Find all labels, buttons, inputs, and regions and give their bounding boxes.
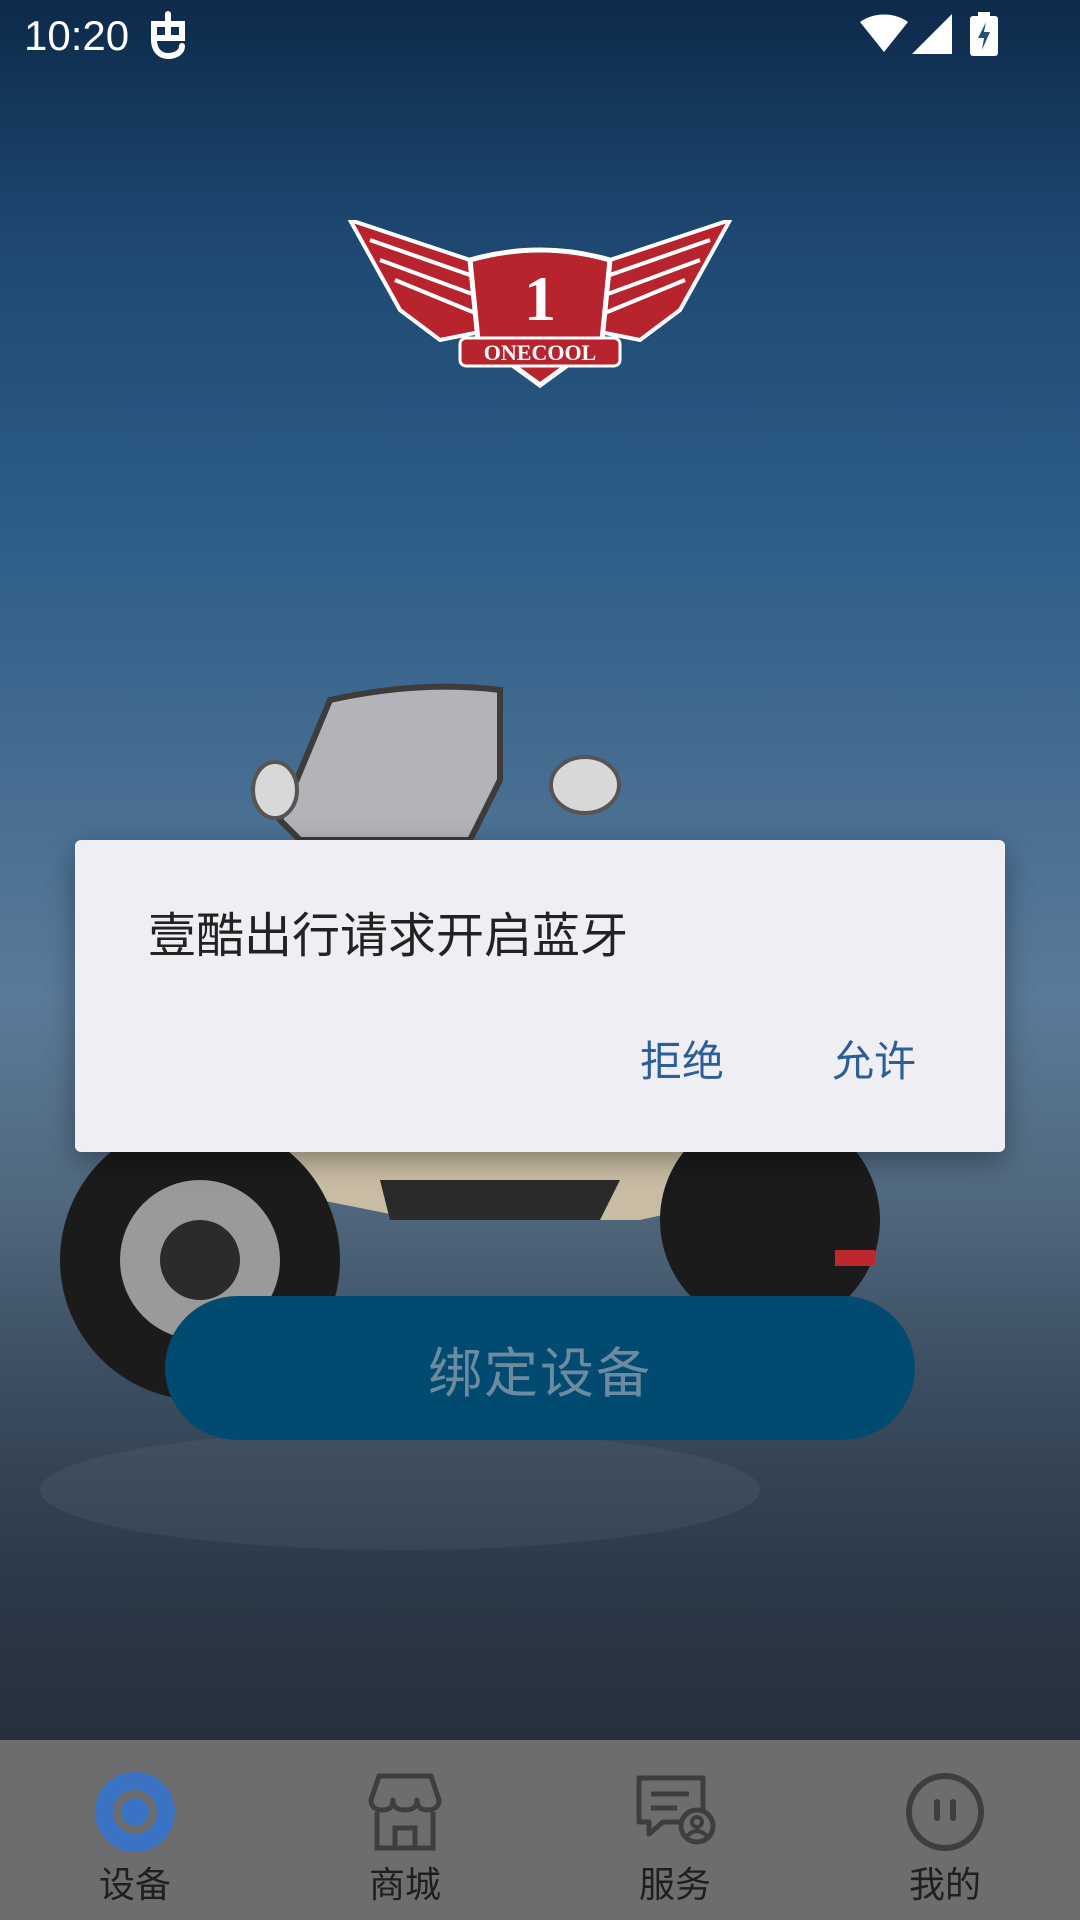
nav-label-profile: 我的 [908,1865,981,1906]
app-screen: 10:20 1 ONECOOL 绑定设备 壹酷出行请求开启蓝牙 拒绝 允许 设备… [0,0,1080,1920]
nav-label-service: 服务 [638,1865,711,1906]
bottom-nav: 设备 商城 服务 我的 [0,1740,1080,1920]
profile-icon [906,1773,984,1851]
nav-item-device[interactable]: 设备 [0,1740,270,1920]
nav-item-service[interactable]: 服务 [540,1740,810,1920]
store-icon [368,1773,442,1851]
bluetooth-permission-dialog: 壹酷出行请求开启蓝牙 拒绝 允许 [75,840,1005,1152]
nav-label-store: 商城 [368,1865,441,1906]
dialog-message: 壹酷出行请求开启蓝牙 [148,908,629,964]
nav-label-device: 设备 [98,1865,171,1906]
nav-item-store[interactable]: 商城 [270,1740,540,1920]
service-icon [636,1775,716,1845]
nav-item-profile[interactable]: 我的 [810,1740,1080,1920]
device-icon [95,1772,175,1852]
allow-button[interactable]: 允许 [832,1028,916,1089]
deny-button[interactable]: 拒绝 [640,1028,724,1089]
